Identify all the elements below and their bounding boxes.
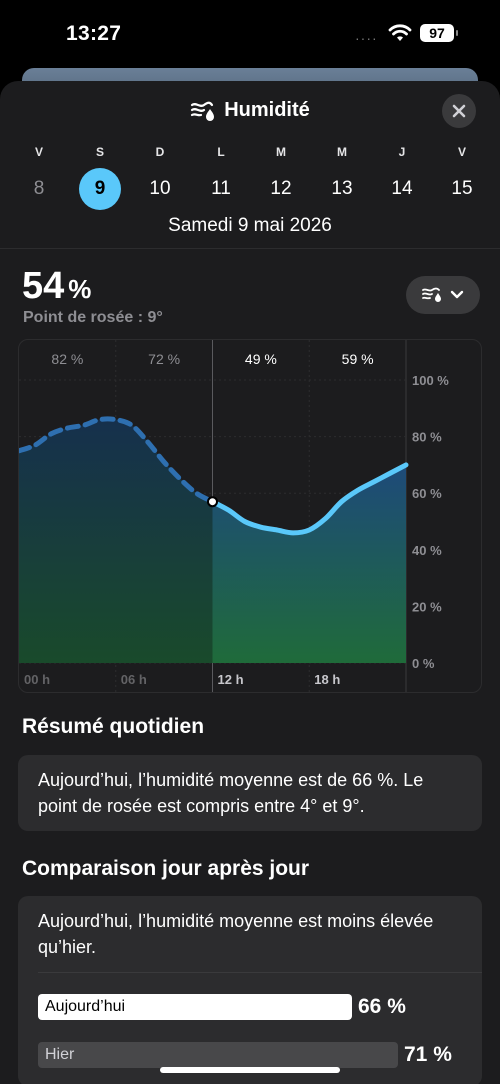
date-12[interactable]: 12 <box>260 168 302 210</box>
bar-today-value: 66 % <box>358 995 406 1018</box>
close-icon <box>452 104 466 118</box>
wifi-icon <box>388 24 412 41</box>
date-8[interactable]: 8 <box>18 168 60 210</box>
current-humidity-unit: % <box>68 274 92 304</box>
humidity-sheet: Humidité V S D L M M J V 8 9 10 11 12 13… <box>0 81 500 1084</box>
y-tick-label: 0 % <box>412 656 435 671</box>
date-10[interactable]: 10 <box>139 168 181 210</box>
bar-yesterday-row: Hier 71 % <box>38 1042 452 1068</box>
weekday-letter: V <box>457 145 466 159</box>
weekday-letter: S <box>95 145 104 159</box>
divider <box>38 972 482 973</box>
home-indicator <box>160 1067 340 1073</box>
date-9-selected[interactable]: 9 <box>79 168 121 210</box>
weekday-letter: J <box>398 145 406 159</box>
weekday-letter: V <box>34 145 43 159</box>
bar-yesterday: Hier <box>38 1042 398 1068</box>
selected-date-label: Samedi 9 mai 2026 <box>168 215 332 236</box>
period-average-label: 82 % <box>51 351 83 367</box>
status-bar: 13:27 ···· 97 <box>0 0 500 64</box>
humidity-chart: 100 % 80 % 60 % 40 % 20 % 0 % 00 h 06 h 12 h 18 h… <box>18 339 482 693</box>
humidity-icon <box>422 287 441 302</box>
cellular-signal-icon: ···· <box>355 30 378 46</box>
weekday-letter: L <box>217 145 225 159</box>
bar-today-row: Aujourd’hui 66 % <box>38 994 406 1020</box>
dew-point-label: Point de rosée : 9° <box>23 309 163 326</box>
chevron-down-icon <box>450 290 464 299</box>
date-13[interactable]: 13 <box>321 168 363 210</box>
y-tick-label: 40 % <box>412 543 442 558</box>
close-button[interactable] <box>442 94 476 128</box>
y-tick-label: 60 % <box>412 486 442 501</box>
period-average-label: 49 % <box>245 351 277 367</box>
date-11[interactable]: 11 <box>200 168 242 210</box>
current-humidity: 54% <box>22 265 91 308</box>
battery-icon: 97 <box>420 24 458 42</box>
date-14[interactable]: 14 <box>381 168 423 210</box>
y-tick-label: 80 % <box>412 430 442 445</box>
weekday-row: V S D L M M J V <box>0 145 500 167</box>
summary-card: Aujourd’hui, l’humidité moyenne est de 6… <box>18 755 482 831</box>
y-tick-label: 20 % <box>412 599 442 614</box>
comparison-title: Comparaison jour après jour <box>22 857 310 880</box>
humidity-icon <box>191 101 215 121</box>
x-tick-label: 12 h <box>218 672 244 687</box>
date-row: 8 9 10 11 12 13 14 15 <box>0 168 500 210</box>
weekday-letter: M <box>337 145 347 159</box>
x-tick-label: 06 h <box>121 672 147 687</box>
weekday-letter: D <box>155 145 165 159</box>
bar-today: Aujourd’hui <box>38 994 352 1020</box>
weekday-letter: M <box>276 145 286 159</box>
current-humidity-value: 54 <box>22 265 65 307</box>
y-tick-label: 100 % <box>412 373 449 388</box>
x-tick-label: 18 h <box>314 672 340 687</box>
x-tick-label: 00 h <box>24 672 50 687</box>
humidity-chart-svg: 100 % 80 % 60 % 40 % 20 % 0 % 00 h 06 h 12 h 18 h… <box>19 340 449 692</box>
comparison-card: Aujourd’hui, l’humidité moyenne est moin… <box>18 896 482 1084</box>
period-average-label: 72 % <box>148 351 180 367</box>
date-15[interactable]: 15 <box>441 168 483 210</box>
sheet-title: Humidité <box>0 99 500 122</box>
bar-yesterday-value: 71 % <box>404 1043 452 1066</box>
area-past <box>19 418 213 663</box>
divider <box>0 248 500 249</box>
current-time-marker <box>207 496 218 508</box>
summary-title: Résumé quotidien <box>22 715 205 738</box>
area-future <box>212 464 406 663</box>
metric-selector-button[interactable] <box>406 276 480 314</box>
comparison-text: Aujourd’hui, l’humidité moyenne est moin… <box>38 911 434 957</box>
period-average-label: 59 % <box>342 351 374 367</box>
sheet-title-text: Humidité <box>224 99 310 121</box>
status-time: 13:27 <box>66 22 122 45</box>
summary-text: Aujourd’hui, l’humidité moyenne est de 6… <box>38 770 424 816</box>
